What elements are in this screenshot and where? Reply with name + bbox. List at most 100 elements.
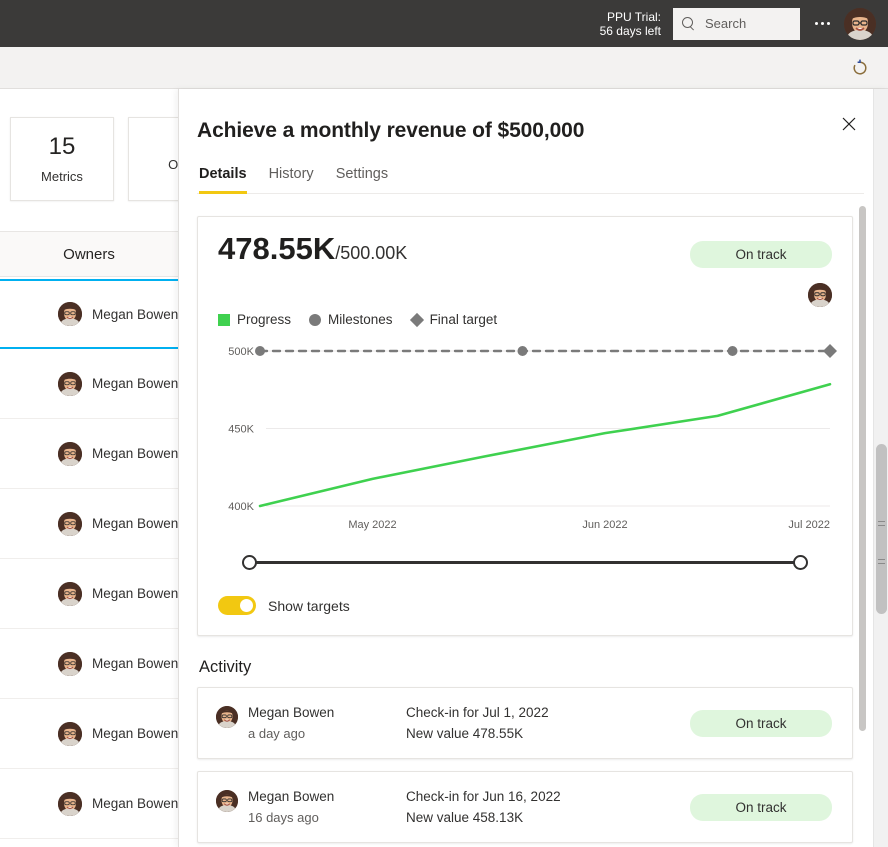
owner-name: Megan Bowen xyxy=(92,656,179,671)
owner-name: Megan Bowen xyxy=(92,376,179,391)
panel-scrollbar[interactable] xyxy=(859,206,866,834)
tile-metrics-label: Metrics xyxy=(41,168,83,184)
metric-current-value: 478.55K xyxy=(218,231,336,266)
owner-name: Megan Bowen xyxy=(92,586,179,601)
activity-timestamp: a day ago xyxy=(248,726,306,741)
owner-name: Megan Bowen xyxy=(92,306,179,322)
avatar xyxy=(58,441,82,466)
activity-item[interactable]: Megan Bowen a day ago Check-in for Jul 1, … xyxy=(197,687,853,759)
owner-row[interactable]: Megan Bowen xyxy=(0,559,178,629)
y-axis-tick-label: 450K xyxy=(228,424,254,436)
activity-detail: Check-in for Jun 16, 2022 New value 458.1… xyxy=(406,789,690,825)
panel-tabs: Details History Settings xyxy=(197,165,864,194)
scrollbar-grip xyxy=(878,559,885,560)
close-icon[interactable] xyxy=(834,109,864,139)
tab-history[interactable]: History xyxy=(269,166,314,194)
activity-user-name: Megan Bowen xyxy=(248,789,335,804)
x-axis-tick-label: Jun 2022 xyxy=(582,519,627,531)
y-axis-tick-label: 400K xyxy=(228,501,254,513)
avatar xyxy=(58,371,82,396)
owner-name: Megan Bowen xyxy=(92,726,179,741)
tile-metrics[interactable]: 15 Metrics xyxy=(10,117,114,201)
x-axis-tick-label: Jul 2022 xyxy=(788,519,830,531)
secondary-toolbar xyxy=(0,47,888,89)
metric-detail-panel: Achieve a monthly revenue of $500,000 De… xyxy=(178,89,888,847)
owner-row[interactable]: Megan Bowen xyxy=(0,769,178,839)
x-axis-tick-label: May 2022 xyxy=(348,519,396,531)
legend-item-milestones[interactable]: Milestones xyxy=(309,312,393,327)
milestone-marker[interactable] xyxy=(517,346,528,356)
chart-series-progress xyxy=(258,382,832,508)
progress-chart: 500K 450K 400K May 2022 Jun 2022 Jul 2022 xyxy=(218,337,837,542)
owner-row[interactable]: Megan Bowen xyxy=(0,629,178,699)
owners-column-header-label: Owners xyxy=(63,245,115,263)
show-targets-row[interactable]: Show targets xyxy=(218,596,832,615)
tab-settings[interactable]: Settings xyxy=(336,166,388,194)
panel-header: Achieve a monthly revenue of $500,000 De… xyxy=(179,89,888,194)
diamond-marker-icon xyxy=(409,312,424,327)
avatar xyxy=(58,651,82,676)
show-targets-label: Show targets xyxy=(268,597,350,614)
trial-line-1: PPU Trial: xyxy=(606,9,661,24)
tab-details[interactable]: Details xyxy=(199,166,247,194)
legend-label: Milestones xyxy=(328,312,393,327)
trial-status: PPU Trial: 56 days left xyxy=(600,10,661,38)
date-range-slider[interactable] xyxy=(242,552,808,574)
legend-item-progress[interactable]: Progress xyxy=(218,312,291,327)
owners-column-header: Owners xyxy=(0,231,178,277)
ellipsis-icon[interactable] xyxy=(804,6,840,42)
panel-scrollbar-thumb[interactable] xyxy=(859,206,866,731)
metric-owner-avatar[interactable] xyxy=(808,283,832,307)
activity-new-value: New value 458.13K xyxy=(406,810,524,825)
scrollbar-grip xyxy=(878,525,885,526)
page-title: Achieve a monthly revenue of $500,000 xyxy=(197,119,585,142)
toggle-knob xyxy=(240,599,253,612)
owner-name: Megan Bowen xyxy=(92,516,179,531)
avatar xyxy=(58,721,82,746)
avatar xyxy=(58,581,82,606)
owner-row[interactable]: Megan Bowen xyxy=(0,419,178,489)
y-axis-tick-label: 500K xyxy=(228,346,254,358)
milestone-marker[interactable] xyxy=(255,346,265,356)
search-input[interactable]: Search xyxy=(673,7,800,40)
owner-name: Megan Bowen xyxy=(92,796,179,811)
activity-heading: Activity xyxy=(199,658,252,676)
show-targets-toggle[interactable] xyxy=(218,596,256,615)
range-end-handle[interactable] xyxy=(793,555,808,570)
page-scrollbar-thumb[interactable] xyxy=(876,444,887,614)
owner-row[interactable]: Megan Bowen xyxy=(0,349,178,419)
refresh-icon[interactable] xyxy=(844,52,876,84)
activity-user-name: Megan Bowen xyxy=(248,705,335,720)
tile-metrics-value: 15 xyxy=(48,132,76,160)
activity-user: Megan Bowen a day ago xyxy=(216,705,406,741)
status-badge: On track xyxy=(690,241,832,268)
range-start-handle[interactable] xyxy=(242,555,257,570)
slider-track xyxy=(252,561,798,564)
search-placeholder: Search xyxy=(705,16,747,31)
owner-row[interactable]: Megan Bowen xyxy=(0,279,178,349)
avatar xyxy=(58,791,82,816)
activity-new-value: New value 478.55K xyxy=(406,726,524,741)
milestone-marker[interactable] xyxy=(727,346,738,356)
owner-row[interactable]: Megan Bowen xyxy=(0,699,178,769)
legend-label: Progress xyxy=(237,312,292,327)
app-root: 15 Metrics Ove Owners Megan Bowen Megan … xyxy=(0,0,888,847)
circle-marker-icon xyxy=(309,313,322,326)
scrollbar-grip xyxy=(878,521,885,522)
legend-item-final-target[interactable]: Final target xyxy=(409,312,497,327)
activity-status-badge: On track xyxy=(690,793,832,821)
scrollbar-grip xyxy=(878,563,885,564)
owner-row[interactable]: Megan Bowen xyxy=(0,489,178,559)
avatar xyxy=(216,706,238,728)
avatar xyxy=(58,511,82,536)
metric-card: 478.55K /500.00K On track Progress Miles… xyxy=(197,216,853,636)
activity-user: Megan Bowen 16 days ago xyxy=(216,789,406,825)
final-target-marker[interactable] xyxy=(823,344,837,358)
top-app-bar: PPU Trial: 56 days left Search xyxy=(0,0,888,47)
avatar xyxy=(216,790,238,812)
activity-item[interactable]: Megan Bowen 16 days ago Check-in for Jun 1… xyxy=(197,771,853,843)
avatar[interactable] xyxy=(844,7,876,40)
square-marker-icon xyxy=(218,313,230,326)
activity-status-badge: On track xyxy=(690,709,832,737)
page-scrollbar[interactable] xyxy=(873,89,888,847)
